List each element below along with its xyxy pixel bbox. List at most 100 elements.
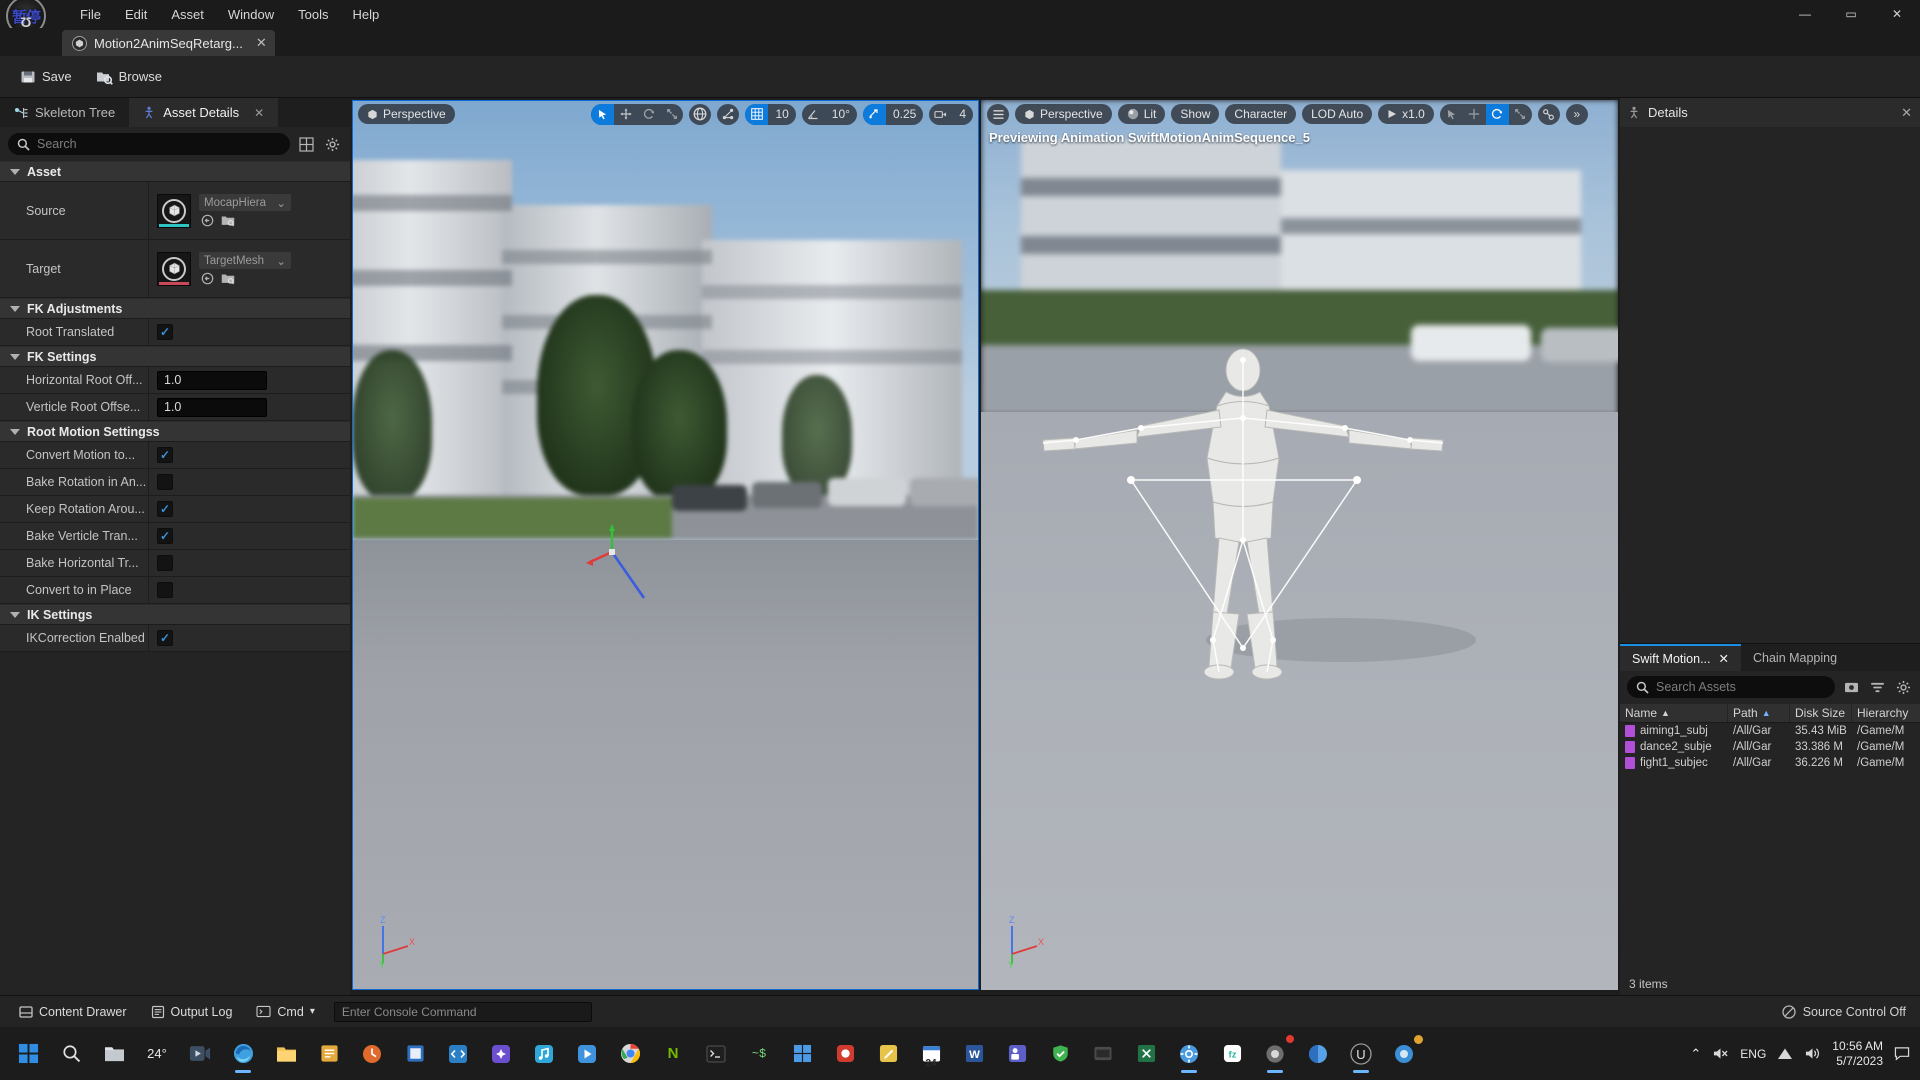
viewport-lit-mode[interactable]: Lit <box>1117 104 1166 124</box>
settings-gear-icon[interactable] <box>322 134 342 154</box>
source-thumbnail[interactable] <box>157 193 191 228</box>
terminal-app-icon[interactable] <box>696 1034 736 1074</box>
unreal-engine-taskbar-icon[interactable]: U <box>1341 1034 1381 1074</box>
save-button[interactable]: Save <box>10 64 82 90</box>
assets-search-input[interactable] <box>1656 680 1826 694</box>
viewport-overflow-icon[interactable]: » <box>1565 103 1588 125</box>
document-tab[interactable]: Motion2AnimSeqRetarg... ✕ <box>62 30 275 56</box>
menu-item-tools[interactable]: Tools <box>286 4 340 25</box>
column-header-name[interactable]: Name ▲ <box>1620 704 1728 722</box>
folder-app-icon[interactable] <box>266 1034 306 1074</box>
input-verticle-root-offset[interactable]: 1.0 <box>157 397 267 417</box>
viewport-menu-icon[interactable] <box>987 103 1009 125</box>
browser2-app-icon[interactable] <box>1298 1034 1338 1074</box>
assets-search-box[interactable] <box>1627 676 1835 698</box>
console-command-input[interactable]: Enter Console Command <box>333 1001 592 1022</box>
word-app-icon[interactable]: W <box>954 1034 994 1074</box>
bone-manipulation-icon[interactable] <box>1537 103 1560 125</box>
rotate-tool-icon[interactable] <box>1485 103 1509 125</box>
angle-snap-value[interactable]: 10° <box>825 107 857 121</box>
close-button[interactable]: ✕ <box>1874 0 1920 28</box>
surface-snap-icon[interactable] <box>717 103 740 125</box>
section-header-fk-settings[interactable]: FK Settings <box>0 346 350 367</box>
misc-app-icon[interactable] <box>1384 1034 1424 1074</box>
section-header-ik-settings[interactable]: IK Settings <box>0 604 350 625</box>
music-app-icon[interactable] <box>524 1034 564 1074</box>
scale-snap-value[interactable]: 0.25 <box>886 107 923 121</box>
angle-snap-icon[interactable] <box>802 104 825 125</box>
checkbox-root-translated[interactable]: ✓ <box>157 324 173 340</box>
edge-browser-icon[interactable] <box>223 1034 263 1074</box>
store-app-icon[interactable] <box>782 1034 822 1074</box>
checkbox-bake-verticle-translation[interactable]: ✓ <box>157 528 173 544</box>
nvidia-app-icon[interactable]: N <box>653 1034 693 1074</box>
asset-row[interactable]: fight1_subjec /All/Gar 36.226 M /Game/M <box>1620 755 1920 771</box>
note-editor-icon[interactable] <box>868 1034 908 1074</box>
scale-snap-icon[interactable] <box>862 103 886 125</box>
notifications-icon[interactable] <box>1894 1046 1910 1061</box>
section-header-fk-adjustments[interactable]: FK Adjustments <box>0 298 350 319</box>
move-tool-icon[interactable] <box>614 104 637 125</box>
volume-icon[interactable] <box>1804 1046 1821 1061</box>
shell-app-icon[interactable]: ~$ <box>739 1034 779 1074</box>
checkbox-convert-to-in-place[interactable] <box>157 582 173 598</box>
viewport-lod-menu[interactable]: LOD Auto <box>1302 104 1373 124</box>
checkbox-convert-motion-to[interactable]: ✓ <box>157 447 173 463</box>
content-drawer-button[interactable]: Content Drawer <box>10 1001 136 1023</box>
menu-item-file[interactable]: File <box>68 4 113 25</box>
menu-item-edit[interactable]: Edit <box>113 4 159 25</box>
grid-snap-icon[interactable] <box>745 103 769 125</box>
checkbox-keep-rotation-around[interactable]: ✓ <box>157 501 173 517</box>
editor-app-icon[interactable] <box>395 1034 435 1074</box>
details-search-box[interactable] <box>8 133 290 155</box>
play-app-icon[interactable] <box>567 1034 607 1074</box>
transform-gizmo[interactable] <box>582 520 672 610</box>
section-header-asset[interactable]: Asset <box>0 161 350 182</box>
target-use-selected-icon[interactable] <box>201 272 214 285</box>
checkbox-bake-rotation-in-anim[interactable] <box>157 474 173 490</box>
chat-app-icon[interactable] <box>481 1034 521 1074</box>
checkbox-ikcorrection-enabled[interactable]: ✓ <box>157 630 173 646</box>
move-tool-icon[interactable] <box>1463 104 1486 125</box>
viewport-show-menu[interactable]: Show <box>1171 104 1220 124</box>
viewport-character-menu[interactable]: Character <box>1225 104 1297 124</box>
rotate-tool-icon[interactable] <box>637 104 660 125</box>
teams-app-icon[interactable] <box>997 1034 1037 1074</box>
grid-snap-value[interactable]: 10 <box>768 107 795 121</box>
filter-icon[interactable] <box>1867 677 1887 697</box>
security-app-icon[interactable] <box>1040 1034 1080 1074</box>
camera-icon[interactable] <box>929 104 952 125</box>
viewport-preview-view-mode[interactable]: Perspective <box>1015 104 1112 124</box>
calendar-app-icon[interactable]: 24 <box>911 1034 951 1074</box>
tab-swift-motion-close-icon[interactable]: ✕ <box>1719 651 1729 666</box>
browse-button[interactable]: Browse <box>86 64 172 90</box>
section-header-root-motion-settings[interactable]: Root Motion Settingss <box>0 421 350 442</box>
viewport-source[interactable]: Z X Y Perspective 10 10° 0.25 4 <box>352 100 979 990</box>
tab-skeleton-tree[interactable]: Skeleton Tree <box>0 98 130 127</box>
excel-app-icon[interactable] <box>1126 1034 1166 1074</box>
notes-app-icon[interactable] <box>309 1034 349 1074</box>
asset-row[interactable]: aiming1_subj /All/Gar 35.43 MiB /Game/M <box>1620 723 1920 739</box>
source-use-selected-icon[interactable] <box>201 214 214 227</box>
grid-view-button[interactable] <box>296 134 316 154</box>
column-header-disk-size[interactable]: Disk Size <box>1790 704 1852 722</box>
viewport-playrate-menu[interactable]: x1.0 <box>1378 104 1434 124</box>
asset-row[interactable]: dance2_subje /All/Gar 33.386 M /Game/M <box>1620 739 1920 755</box>
cmd-selector-button[interactable]: Cmd ▾ <box>247 1001 323 1023</box>
network-icon[interactable] <box>1777 1047 1793 1061</box>
tab-asset-details-close-icon[interactable]: ✕ <box>254 106 264 120</box>
input-horizontal-root-offset[interactable]: 1.0 <box>157 370 267 390</box>
target-browse-icon[interactable] <box>221 272 235 285</box>
settings-app-icon[interactable] <box>1169 1034 1209 1074</box>
weather-widget[interactable]: 24° <box>137 1034 177 1074</box>
minimize-button[interactable]: — <box>1782 0 1828 28</box>
language-indicator[interactable]: ENG <box>1740 1047 1766 1061</box>
column-header-path[interactable]: Path ▲ <box>1728 704 1790 722</box>
tab-chain-mapping[interactable]: Chain Mapping <box>1741 644 1849 671</box>
viewport-source-view-mode[interactable]: Perspective <box>358 104 455 124</box>
viewport-preview[interactable]: Previewing Animation SwiftMotionAnimSequ… <box>981 100 1618 990</box>
mute-icon[interactable] <box>1712 1046 1729 1061</box>
checkbox-bake-horizontal-translation[interactable] <box>157 555 173 571</box>
start-button[interactable] <box>8 1034 48 1074</box>
target-thumbnail[interactable] <box>157 251 191 286</box>
